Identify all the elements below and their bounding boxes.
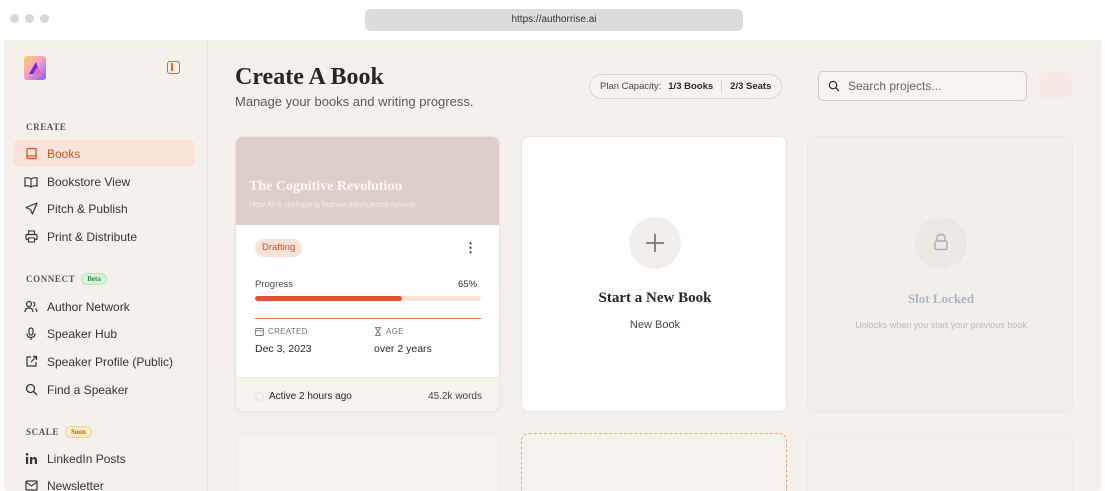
progress-label: Progress [255, 279, 294, 290]
locked-title: Slot Locked [907, 291, 975, 306]
section-create: CREATE [26, 122, 67, 132]
send-icon [24, 202, 38, 216]
age-value: over 2 years [374, 343, 432, 355]
browser-window: https://authorrise.ai CREATE Books Books… [0, 0, 1105, 491]
sidebar-item-bookstore-view[interactable]: Bookstore View [13, 168, 195, 195]
zoom-dot[interactable] [40, 14, 49, 23]
sidebar-item-newsletter[interactable]: Newsletter [13, 472, 195, 491]
close-dot[interactable] [10, 14, 19, 23]
linkedin-icon [24, 452, 38, 466]
created-value: Dec 3, 2023 [255, 343, 312, 355]
sidebar-item-label: Find a Speaker [47, 382, 129, 397]
main-content: Create A Book Manage your books and writ… [209, 40, 1101, 491]
sidebar-item-label: Pitch & Publish [47, 201, 128, 216]
sidebar-item-label: Newsletter [47, 478, 104, 491]
sidebar-item-label: Books [47, 146, 81, 161]
progress-bar-fill [255, 296, 402, 301]
sidebar-item-linkedin-posts[interactable]: LinkedIn Posts [13, 445, 195, 472]
lock-icon-wrapper [915, 217, 967, 269]
calendar-icon [255, 328, 264, 336]
sidebar-item-label: Print & Distribute [47, 229, 138, 244]
book-cover[interactable]: The Cognitive Revolution How AI is resha… [236, 137, 499, 225]
plus-icon[interactable] [629, 217, 681, 269]
lock-icon [934, 233, 948, 251]
address-bar[interactable]: https://authorrise.ai [365, 9, 743, 31]
book-subtitle: How AI is reshaping human intelligence f… [249, 200, 416, 209]
sidebar-item-speaker-hub[interactable]: Speaker Hub [13, 320, 195, 347]
sidebar-item-speaker-profile[interactable]: Speaker Profile (Public) [13, 348, 195, 375]
progress-bar [255, 296, 481, 301]
more-options-icon[interactable]: ⋮ [464, 241, 477, 255]
search-input[interactable]: Search projects... [818, 71, 1027, 101]
window-controls [10, 14, 49, 23]
sidebar-item-print-distribute[interactable]: Print & Distribute [13, 223, 195, 250]
external-link-icon [24, 355, 38, 369]
printer-icon [24, 230, 38, 244]
plan-capacity: Plan Capacity: 1/3 Books 2/3 Seats [589, 74, 783, 99]
app-logo[interactable] [24, 56, 46, 80]
sidebar-item-books[interactable]: Books [13, 140, 195, 167]
section-connect-label: CONNECT [26, 274, 76, 284]
locked-subtitle: Unlocks when you start your previous boo… [855, 320, 1027, 330]
beta-badge: Beta [81, 273, 107, 285]
search-icon [24, 383, 38, 397]
sidebar-item-label: Speaker Profile (Public) [47, 354, 174, 369]
word-count: 45.2k words [428, 391, 482, 402]
book-card-footer: Active 2 hours ago 45.2k words [236, 377, 499, 411]
section-connect: CONNECT Beta [26, 273, 107, 285]
placeholder-card [235, 433, 500, 491]
new-book-title: Start a New Book [598, 290, 712, 306]
app: CREATE Books Bookstore View Pitch & Publ… [4, 40, 1101, 491]
age-meta-label: AGE [374, 327, 404, 336]
book-card[interactable]: The Cognitive Revolution How AI is resha… [235, 136, 500, 412]
activity-dot-icon [255, 392, 264, 401]
sidebar-item-label: Speaker Hub [47, 326, 118, 341]
search-icon [828, 80, 840, 92]
created-meta-label: CREATED [255, 327, 308, 336]
new-book-subtitle: New Book [629, 319, 681, 331]
header-action-button[interactable] [1039, 72, 1071, 98]
page-title: Create A Book [235, 64, 384, 90]
minimize-dot[interactable] [25, 14, 34, 23]
status-badge: Drafting [255, 239, 303, 257]
soon-badge: Soon [65, 426, 92, 438]
age-label: AGE [386, 327, 404, 336]
new-book-card[interactable]: Start a New Book New Book [521, 136, 787, 412]
microphone-icon [24, 326, 38, 341]
search-placeholder: Search projects... [848, 79, 942, 93]
placeholder-card-dashed[interactable] [521, 433, 787, 491]
book-icon [24, 147, 38, 161]
mail-icon [24, 479, 38, 491]
sidebar-item-find-speaker[interactable]: Find a Speaker [13, 376, 195, 403]
plan-capacity-label: Plan Capacity: [600, 81, 662, 92]
book-title: The Cognitive Revolution [249, 179, 403, 194]
hourglass-icon [375, 327, 381, 336]
section-scale-label: SCALE [26, 427, 60, 437]
open-book-icon [24, 175, 38, 189]
sidebar: CREATE Books Bookstore View Pitch & Publ… [4, 40, 208, 491]
sidebar-item-pitch-publish[interactable]: Pitch & Publish [13, 195, 195, 222]
page-subtitle: Manage your books and writing progress. [235, 94, 474, 109]
browser-titlebar: https://authorrise.ai [0, 0, 1105, 40]
sidebar-item-author-network[interactable]: Author Network [13, 293, 195, 320]
plan-books: 1/3 Books [668, 81, 714, 92]
placeholder-card [807, 433, 1073, 491]
activity-status: Active 2 hours ago [255, 391, 352, 402]
section-scale: SCALE Soon [26, 426, 92, 438]
plan-seats: 2/3 Seats [730, 81, 772, 92]
sidebar-item-label: Author Network [47, 299, 130, 314]
users-icon [24, 300, 38, 314]
sidebar-item-label: Bookstore View [47, 174, 131, 189]
card-divider [255, 318, 481, 319]
locked-slot-card: Slot Locked Unlocks when you start your … [807, 136, 1073, 412]
created-label: CREATED [268, 327, 308, 336]
activity-text: Active 2 hours ago [269, 391, 352, 402]
progress-percent: 65% [458, 279, 478, 290]
collapse-sidebar-icon[interactable] [167, 61, 180, 74]
sidebar-item-label: LinkedIn Posts [47, 451, 126, 466]
plan-divider [721, 80, 723, 93]
